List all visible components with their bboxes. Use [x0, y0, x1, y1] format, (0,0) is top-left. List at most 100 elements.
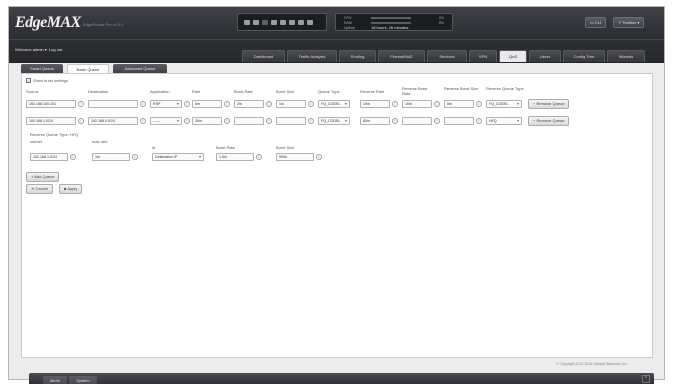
hfq-col-subnet: subnet [30, 139, 43, 144]
tab-alerts[interactable]: Alerts [43, 376, 67, 384]
main-nav: Welcome admin ▾ Log out Dashboard Traffi… [9, 39, 664, 63]
port-icon [289, 19, 295, 25]
col-burst-size: Burst Size [276, 89, 295, 94]
port-icon [298, 19, 304, 25]
tab-system[interactable]: System [69, 376, 97, 384]
ram-value: 8% [438, 20, 444, 25]
burst-rate-input[interactable] [234, 117, 264, 125]
footer-bar: Alerts System ⌃ [29, 373, 654, 384]
basic-queue-panel: ✓ Show burst settings Source Destination… [21, 73, 653, 358]
info-icon: i [308, 118, 314, 124]
info-icon: i [184, 118, 190, 124]
col-burst-rate: Burst Rate [234, 89, 253, 94]
cpu-value: 0% [438, 15, 444, 20]
tab-routing[interactable]: Routing [339, 50, 376, 62]
tab-firewall-nat[interactable]: Firewall/NAT [378, 50, 425, 62]
welcome-user[interactable]: Welcome admin [15, 47, 44, 52]
tab-wizards[interactable]: Wizards [607, 50, 645, 62]
chevron-down-icon: ▾ [637, 20, 640, 25]
hfq-max-rate-input[interactable]: 1m [92, 153, 130, 161]
reverse-burst-rate-input[interactable]: 10m [402, 100, 432, 108]
info-icon: i [392, 118, 398, 124]
hfq-id-select[interactable]: Destination IP [152, 153, 204, 161]
destination-input[interactable] [88, 100, 138, 108]
show-burst-label: Show burst settings [33, 77, 68, 83]
reverse-queue-type-select[interactable]: HFQ [486, 117, 522, 125]
show-burst-checkbox[interactable]: ✓ [26, 78, 31, 83]
tab-services[interactable]: Services [427, 50, 467, 62]
toolbox-button[interactable]: ↗ Toolbox ▾ [613, 17, 645, 28]
rate-input[interactable]: 30m [192, 117, 222, 125]
source-input[interactable]: 192.168.1.0/24 [26, 117, 76, 125]
info-icon: i [224, 118, 230, 124]
queue-type-select[interactable]: FQ_CODEL [318, 100, 350, 108]
reverse-rate-input[interactable]: 10m [360, 100, 390, 108]
add-queue-button[interactable]: + Add Queue [26, 172, 60, 182]
device-model: EdgeRouter Pro v1.9.0 [83, 22, 124, 27]
close-icon: ✕ [31, 186, 35, 191]
logout-link[interactable]: Log out [49, 47, 62, 52]
burst-size-input[interactable]: 1m [276, 100, 306, 108]
info-icon: i [140, 101, 146, 107]
expand-icon[interactable]: ⌃ [642, 375, 650, 383]
hfq-subnet-input[interactable]: 192.168.1.0/24 [30, 153, 68, 161]
info-icon: i [78, 118, 84, 124]
queue-type-select[interactable]: FQ_CODEL [318, 117, 350, 125]
tab-traffic-analysis[interactable]: Traffic Analysis [287, 50, 337, 62]
rate-input[interactable]: 5m [192, 100, 222, 108]
burst-rate-input[interactable]: 2m [234, 100, 264, 108]
source-input[interactable]: 192.168.100.101 [26, 100, 76, 108]
cancel-label: Cancel [35, 186, 48, 191]
destination-input[interactable]: 192.168.0.0/24 [88, 117, 138, 125]
ram-bar [371, 22, 411, 24]
cli-button[interactable]: ▭ CLI [585, 17, 607, 28]
hfq-burst-rate-input[interactable]: 1.6m [216, 153, 254, 161]
info-icon: i [140, 118, 146, 124]
cpu-label: CPU [344, 15, 352, 20]
terminal-icon: ▭ [590, 20, 594, 25]
hfq-section-title: Reverse Queue Type: HFQ [30, 132, 79, 137]
reverse-rate-input[interactable]: 80m [360, 117, 390, 125]
col-queue-type: Queue Type [318, 89, 340, 94]
remove-queue-button[interactable]: − Remove Queue [528, 99, 570, 109]
cli-label: CLI [594, 20, 602, 25]
port-icon [244, 19, 250, 25]
col-source: Source [26, 89, 39, 94]
remove-queue-button[interactable]: − Remove Queue [528, 116, 570, 126]
apply-button[interactable]: ■ Apply [59, 184, 83, 194]
header: EdgeMAX EdgeRouter Pro v1.9.0 CPU 0% RAM… [9, 7, 664, 39]
port-icon [262, 19, 268, 25]
port-icon [280, 19, 286, 25]
cancel-button[interactable]: ✕ Cancel [26, 184, 53, 194]
info-icon: i [434, 118, 440, 124]
info-icon: i [392, 101, 398, 107]
hfq-col-burst-rate: Burst Rate [216, 145, 235, 150]
info-icon: i [266, 118, 272, 124]
burst-size-input[interactable] [276, 117, 306, 125]
copyright-text: © Copyright 2012-2016 Ubiquiti Networks,… [556, 362, 629, 366]
col-reverse-queue-type: Reverse Queue Type [486, 86, 524, 91]
tab-vpn[interactable]: VPN [469, 50, 497, 62]
application-select[interactable]: ------ [150, 117, 182, 125]
info-icon: i [256, 154, 262, 160]
tab-config-tree[interactable]: Config Tree [563, 50, 605, 62]
app-window: EdgeMAX EdgeRouter Pro v1.9.0 CPU 0% RAM… [8, 6, 665, 384]
reverse-queue-type-select[interactable]: FQ_CODEL [486, 100, 522, 108]
cpu-bar [371, 17, 411, 19]
remove-queue-label: Remove Queue [536, 118, 565, 123]
info-icon: i [308, 101, 314, 107]
uptime-label: Uptime [344, 25, 356, 30]
reverse-burst-size-input[interactable]: 5m [444, 100, 474, 108]
application-select[interactable]: RSP [150, 100, 182, 108]
reverse-burst-size-input[interactable] [444, 117, 474, 125]
tab-users[interactable]: Users [529, 50, 561, 62]
col-reverse-burst-rate: Reverse Burst Rate [402, 86, 428, 96]
reverse-burst-rate-input[interactable] [402, 117, 432, 125]
tab-qos[interactable]: QoS [499, 50, 527, 62]
minus-icon: − [533, 118, 536, 123]
port-status [237, 13, 327, 31]
hfq-burst-size-input[interactable]: 500k [276, 153, 314, 161]
tab-dashboard[interactable]: Dashboard [242, 50, 285, 62]
remove-queue-label: Remove Queue [536, 101, 565, 106]
hfq-col-id: id [152, 145, 156, 150]
